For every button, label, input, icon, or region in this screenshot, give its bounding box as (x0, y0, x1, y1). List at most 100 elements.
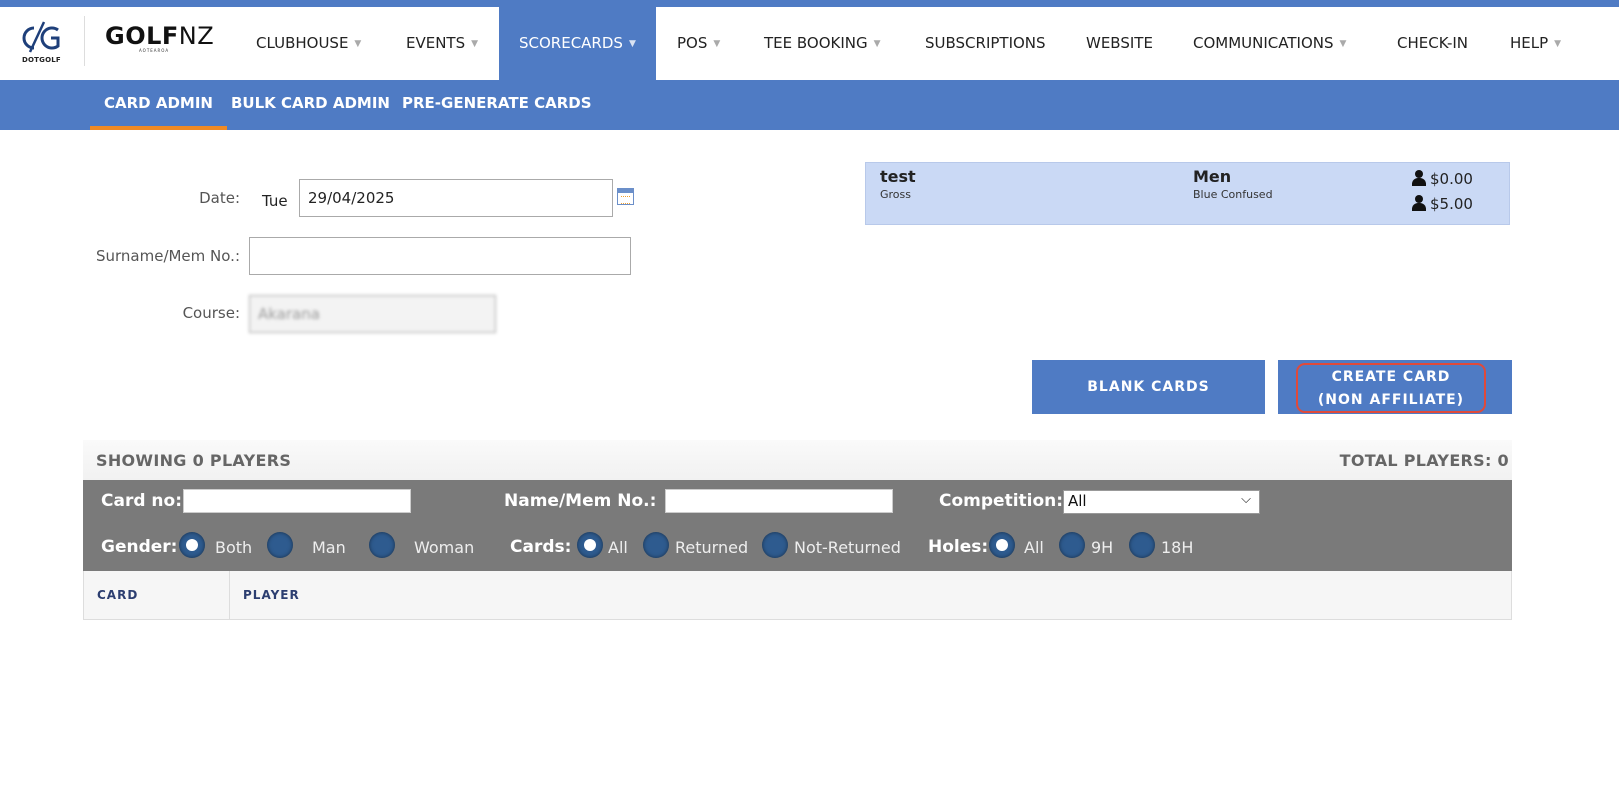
nav-tee-booking-label: TEE BOOKING (764, 34, 868, 52)
gender-woman-label: Woman (414, 538, 475, 557)
nav-tee-booking[interactable]: TEE BOOKING ▼ (744, 7, 901, 80)
players-table-header: CARD PLAYER (83, 571, 1512, 620)
cards-all-radio[interactable] (577, 532, 603, 558)
cards-returned-label: Returned (675, 538, 749, 557)
competition-tee: Blue Confused (1193, 188, 1273, 201)
dotgolf-logo[interactable]: DOTGOLF (20, 20, 64, 66)
competition-select[interactable]: All ⌵ (1063, 490, 1260, 514)
competition-select-value: All (1068, 492, 1087, 510)
chevron-down-icon: ▼ (1339, 39, 1347, 49)
competition-name: test (880, 167, 916, 186)
nav-pos-label: POS (677, 34, 708, 52)
golfnz-logo-subtitle: AOTEAROA (139, 48, 170, 53)
cards-not-returned-radio[interactable] (762, 532, 788, 558)
holes-9h-radio[interactable] (1059, 532, 1085, 558)
gender-woman-radio[interactable] (369, 532, 395, 558)
logo-divider (84, 16, 85, 66)
chevron-down-icon: ▼ (713, 39, 721, 49)
course-select[interactable]: Akarana (249, 295, 496, 333)
nav-help-label: HELP (1510, 34, 1549, 52)
create-card-button[interactable]: CREATE CARD (NON AFFILIATE) (1278, 360, 1512, 414)
fee-member-value: $0.00 (1430, 170, 1473, 188)
cards-label: Cards: (510, 537, 572, 557)
top-stripe (0, 0, 1619, 7)
nav-scorecards-label: SCORECARDS (519, 34, 623, 52)
date-input[interactable]: 29/04/2025 (299, 179, 613, 217)
blank-cards-button[interactable]: BLANK CARDS (1032, 360, 1265, 414)
gender-man-radio[interactable] (267, 532, 293, 558)
holes-all-radio[interactable] (989, 532, 1015, 558)
date-label: Date: (199, 189, 240, 207)
players-summary: SHOWING 0 PLAYERS TOTAL PLAYERS: 0 (83, 440, 1512, 480)
nav-communications-label: COMMUNICATIONS (1193, 34, 1334, 52)
nav-events[interactable]: EVENTS ▼ (386, 7, 498, 80)
create-card-label: CREATE CARD (1331, 369, 1451, 385)
competition-gender: Men (1193, 167, 1232, 186)
nav-check-in-label: CHECK-IN (1397, 34, 1469, 52)
fee-member: $0.00 (1412, 170, 1473, 188)
name-mem-label: Name/Mem No.: (504, 491, 657, 511)
chevron-down-icon: ▼ (471, 39, 479, 49)
nav-communications[interactable]: COMMUNICATIONS ▼ (1173, 7, 1366, 80)
gender-both-label: Both (215, 538, 253, 557)
nav-clubhouse-label: CLUBHOUSE (256, 34, 349, 52)
gender-label: Gender: (101, 537, 178, 557)
holes-9h-label: 9H (1091, 538, 1114, 557)
dotgolf-logo-icon (22, 21, 60, 53)
nav-check-in[interactable]: CHECK-IN (1377, 7, 1488, 80)
surname-label: Surname/Mem No.: (95, 247, 240, 265)
nav-clubhouse[interactable]: CLUBHOUSE ▼ (236, 7, 381, 80)
column-card[interactable]: CARD (97, 588, 138, 602)
filter-panel: Card no: Name/Mem No.: Competition: All ⌵… (83, 480, 1512, 571)
subnav-pre-generate-cards[interactable]: PRE-GENERATE CARDS (388, 80, 606, 130)
nav-subscriptions-label: SUBSCRIPTIONS (925, 34, 1046, 52)
holes-18h-radio[interactable] (1129, 532, 1155, 558)
gender-man-label: Man (312, 538, 346, 557)
column-divider (229, 571, 230, 619)
dotgolf-logo-text: DOTGOLF (22, 56, 61, 64)
golfnz-logo-bold: GOLF (105, 22, 179, 50)
nav-events-label: EVENTS (406, 34, 466, 52)
holes-18h-label: 18H (1161, 538, 1194, 557)
day-label: Tue (262, 192, 288, 210)
chevron-down-icon: ▼ (1554, 39, 1562, 49)
column-player[interactable]: PLAYER (243, 588, 300, 602)
competition-summary[interactable]: test Gross Men Blue Confused $0.00 $5.00 (865, 162, 1510, 225)
competition-type: Gross (880, 188, 911, 201)
create-card-highlight: CREATE CARD (NON AFFILIATE) (1296, 363, 1486, 413)
holes-label: Holes: (928, 537, 989, 557)
subnav-bulk-card-admin[interactable]: BULK CARD ADMIN (217, 80, 404, 130)
holes-all-label: All (1024, 538, 1044, 557)
blank-cards-label: BLANK CARDS (1087, 379, 1210, 395)
golfnz-logo-light: NZ (178, 22, 215, 50)
golfnz-logo[interactable]: GOLFNZ AOTEAROA (105, 22, 215, 53)
chevron-down-icon: ▼ (628, 39, 636, 49)
member-person-icon (1412, 170, 1426, 186)
nav-website[interactable]: WEBSITE (1066, 7, 1173, 80)
name-mem-input[interactable] (665, 489, 893, 513)
cards-returned-radio[interactable] (643, 532, 669, 558)
course-label: Course: (182, 304, 240, 322)
total-players: TOTAL PLAYERS: 0 (1339, 451, 1509, 470)
chevron-down-icon: ⌵ (1241, 492, 1251, 507)
nav-help[interactable]: HELP ▼ (1490, 7, 1581, 80)
fee-visitor: $5.00 (1412, 195, 1473, 213)
cards-all-label: All (608, 538, 628, 557)
nav-website-label: WEBSITE (1086, 34, 1153, 52)
subnav-card-admin[interactable]: CARD ADMIN (90, 80, 227, 130)
chevron-down-icon: ▼ (873, 39, 881, 49)
showing-players: SHOWING 0 PLAYERS (96, 451, 292, 470)
person-icon (1412, 195, 1426, 211)
nav-subscriptions[interactable]: SUBSCRIPTIONS (905, 7, 1066, 80)
chevron-down-icon: ▼ (354, 39, 362, 49)
calendar-icon[interactable] (617, 188, 634, 205)
surname-input[interactable] (249, 237, 631, 275)
cards-not-returned-label: Not-Returned (794, 538, 901, 557)
create-card-sublabel: (NON AFFILIATE) (1317, 392, 1465, 408)
card-no-label: Card no: (101, 491, 182, 511)
nav-scorecards[interactable]: SCORECARDS ▼ (499, 7, 656, 80)
gender-both-radio[interactable] (179, 532, 205, 558)
card-no-input[interactable] (183, 489, 411, 513)
fee-visitor-value: $5.00 (1430, 195, 1473, 213)
nav-pos[interactable]: POS ▼ (657, 7, 740, 80)
